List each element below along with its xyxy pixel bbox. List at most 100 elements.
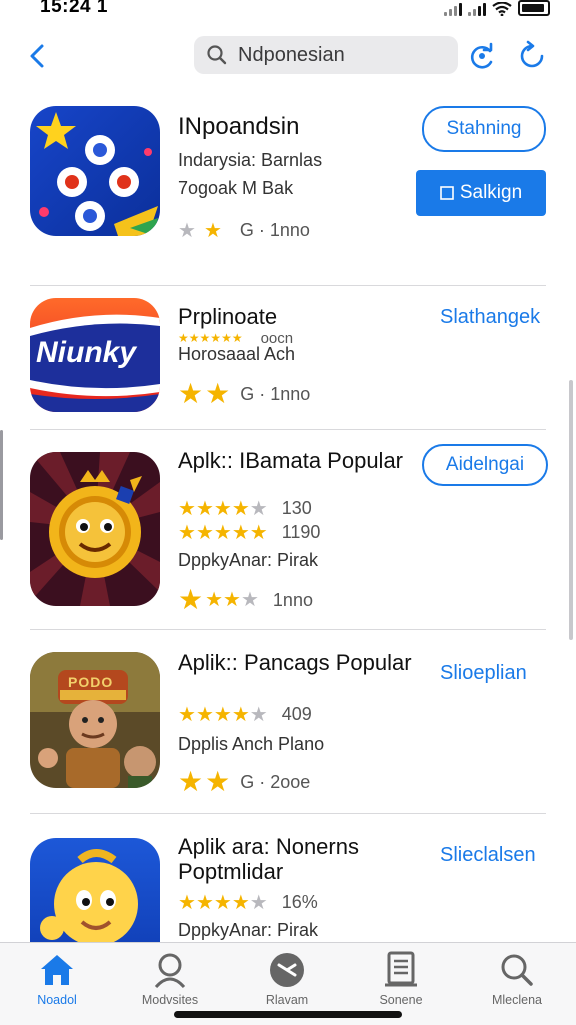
get-button[interactable]: Stahning (422, 106, 546, 152)
get-button[interactable]: Slieclalsen (440, 844, 536, 867)
app-subtitle: DppkyAnar: Pirak (178, 550, 319, 570)
home-icon (41, 955, 73, 985)
star-icon: ★ (249, 497, 268, 520)
star-icon: ★ (205, 589, 224, 611)
get-button[interactable]: Slathangek (440, 306, 540, 329)
rating-text: G · 1nno (240, 383, 311, 404)
signal-icon (444, 2, 462, 16)
tab-updates[interactable]: Sonene (346, 951, 456, 1007)
back-button[interactable] (24, 38, 54, 74)
icon-hat-text: PODO (68, 674, 114, 690)
rotate-icon (520, 40, 544, 68)
update-button[interactable] (516, 40, 548, 72)
rating-row: ★ ★ ★ ★ ★ 1190 (178, 522, 320, 543)
star-icon: ★ (195, 891, 214, 914)
get-button[interactable]: Aidelngai (422, 444, 548, 486)
rating: ★ ★ G · 1nno (178, 220, 310, 241)
app-row-1[interactable]: INpoandsin Indarysia: Barnlas 7ogoak M B… (30, 100, 546, 286)
get-button[interactable]: Slioeplian (440, 662, 527, 685)
app-row-3[interactable]: Aplk:: IBamata Popular ★ ★ ★ ★ ★ 130 ★ ★ ★ ★ ★ 1… (30, 430, 548, 630)
app-icon-cartoon[interactable] (30, 838, 160, 942)
star-icon: ★ (205, 378, 231, 409)
star-icon: ★ (178, 521, 196, 544)
scrollbar[interactable] (569, 380, 573, 640)
app-row-4[interactable]: PODO Aplik:: Pancags Popular ★ ★ ★ ★ ★ 409 D… (30, 630, 546, 814)
tab-label: Rlavam (265, 993, 309, 1007)
rating: ★ ★ ★ ★ 1nno (178, 586, 313, 614)
star-icon: ★ (178, 378, 204, 409)
tab-label: Mleclena (491, 993, 543, 1007)
search-icon (501, 954, 533, 986)
star-icon: ★ (213, 703, 232, 726)
app-subtitle: Horosaaal Ach (178, 344, 296, 364)
search-input[interactable] (236, 42, 450, 68)
rating: ★ ★ G · 2ooe (178, 768, 310, 796)
star-icon: ★ (178, 584, 204, 615)
app-row-2[interactable]: Niunky Prplinoate ★ ★ ★ ★ ★ ★ oocn Horos… (30, 286, 546, 430)
rating-count: 130 (281, 498, 312, 518)
star-icon: ★ (240, 589, 259, 611)
home-indicator (174, 1011, 402, 1018)
install-label: Salkign (459, 182, 523, 203)
star-icon: ★ (178, 891, 196, 914)
star-icon: ★ (231, 703, 250, 726)
star-icon: ★ (178, 497, 196, 520)
tab-explore[interactable]: Rlavam (232, 951, 342, 1007)
document-stack-icon (385, 951, 417, 987)
star-icon: ★ (249, 891, 268, 914)
search-bar[interactable] (194, 36, 458, 74)
star-icon: ★ (231, 521, 250, 544)
chevron-left-icon (30, 44, 44, 68)
app-subtitle: Dpplis Anch Plano (178, 734, 325, 754)
download-icon (440, 186, 454, 200)
rating-count: 409 (281, 704, 312, 724)
app-icon-coin[interactable] (30, 452, 160, 606)
app-title: Aplik:: Pancags Popular (178, 650, 412, 675)
star-icon: ★ (178, 219, 196, 242)
app-subtitle: 7ogoak M Bak (178, 178, 294, 198)
tab-label: Modvsites (141, 993, 199, 1007)
star-icon: ★ (203, 219, 222, 242)
install-button[interactable]: Salkign (416, 170, 546, 216)
tab-search[interactable]: Mleclena (462, 951, 572, 1007)
status-icons (444, 0, 550, 16)
status-bar: 15:24 1 (0, 0, 576, 22)
rating-count: 16% (281, 892, 318, 912)
app-title: INpoandsin (178, 113, 300, 140)
star-icon: ★ (178, 703, 196, 726)
app-icon-character[interactable]: PODO (30, 652, 160, 788)
battery-icon (518, 0, 550, 16)
star-icon: ★ (195, 497, 214, 520)
app-icon-niunky[interactable]: Niunky (30, 298, 160, 412)
coin-character-icon (30, 452, 160, 606)
tab-home[interactable]: Noadol (2, 951, 112, 1007)
app-subtitle: DppkyAnar: Pirak (178, 920, 319, 940)
app-icon-game[interactable] (30, 106, 160, 236)
wifi-icon (492, 2, 512, 16)
refresh-button[interactable] (466, 40, 498, 72)
cartoon-face-icon (40, 849, 138, 942)
app-subtitle: Indarysia: Barnlas (178, 150, 323, 170)
search-icon (207, 45, 227, 65)
rating: ★ ★ G · 1nno (178, 380, 310, 408)
star-icon: ★ (231, 891, 250, 914)
rating-count: 1190 (281, 522, 321, 542)
star-icon: ★ (213, 497, 232, 520)
star-icon: ★ (249, 703, 268, 726)
rating-text: G · 2ooe (240, 771, 311, 792)
star-icon: ★ (195, 521, 214, 544)
star-icon: ★ (213, 521, 232, 544)
star-icon: ★ (231, 497, 250, 520)
rating-row: ★ ★ ★ ★ ★ 130 (178, 498, 312, 519)
person-icon (154, 953, 186, 989)
rating-text: 1nno (272, 589, 313, 610)
rating-row: ★ ★ ★ ★ ★ 409 (178, 704, 312, 725)
tab-profile[interactable]: Modvsites (115, 951, 225, 1007)
tab-label: Noadol (37, 993, 77, 1007)
star-icon: ★ (205, 766, 231, 797)
app-title: Aplk:: IBamata Popular (178, 448, 404, 473)
tab-label: Sonene (379, 993, 423, 1007)
edge-handle (0, 430, 3, 540)
app-row-5[interactable]: Aplik ara: Nonerns Poptmlidar ★ ★ ★ ★ ★ 16% … (30, 814, 546, 942)
app-title: Aplik ara: Nonerns Poptmlidar (178, 834, 359, 884)
